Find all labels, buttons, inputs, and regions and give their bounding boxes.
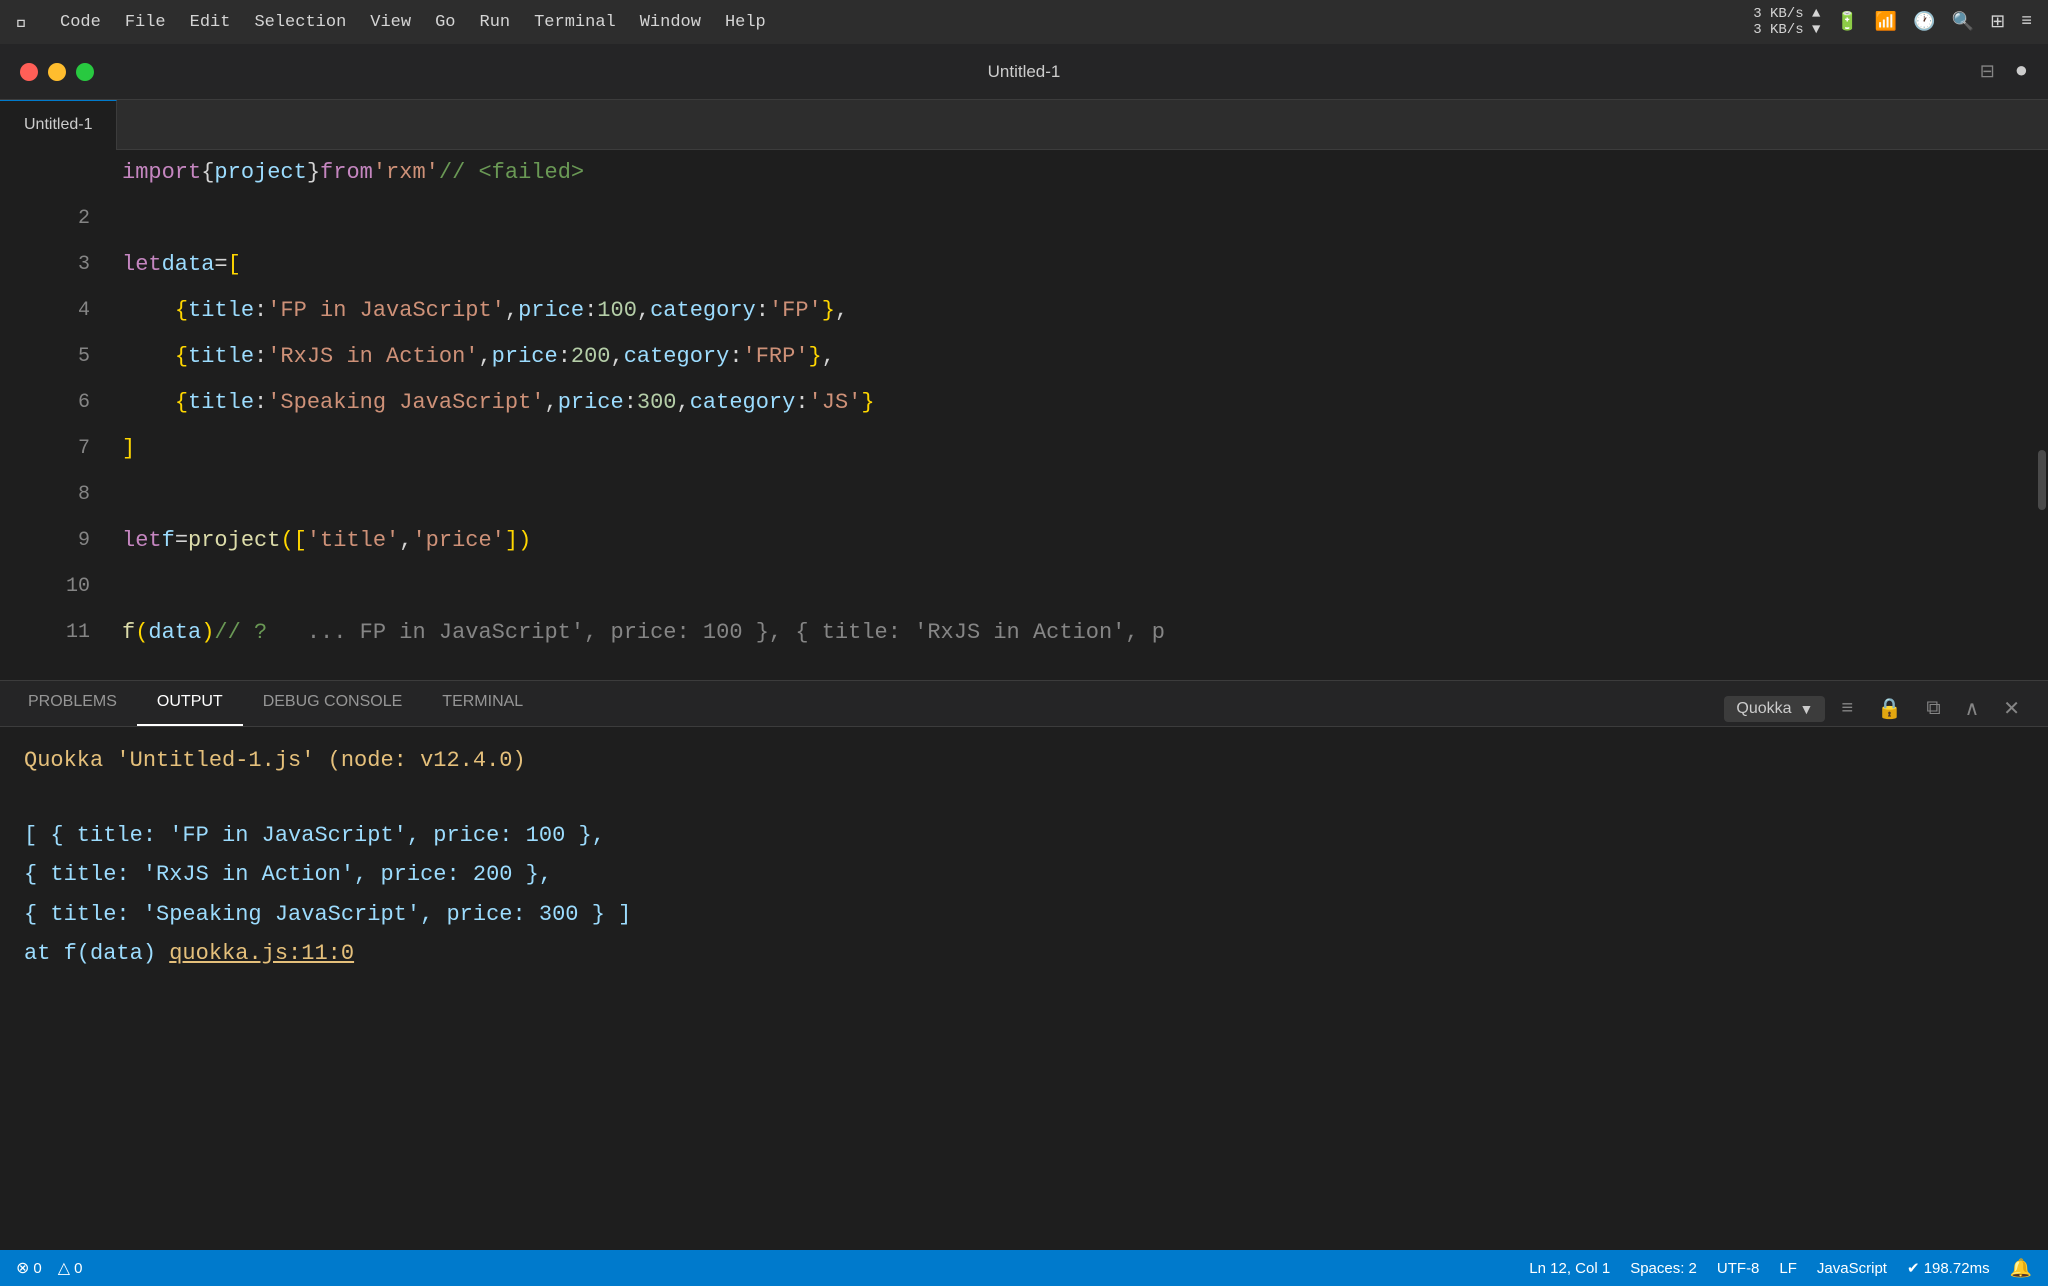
line-ending-text: LF xyxy=(1779,1260,1797,1277)
bandwidth-icon: 3 KB/s ▲3 KB/s ▼ xyxy=(1753,6,1820,38)
statusbar-left: ⊗ 0 △ 0 xyxy=(16,1258,82,1278)
tab-terminal[interactable]: TERMINAL xyxy=(422,680,543,726)
dot-icon[interactable]: ● xyxy=(2015,59,2028,84)
warning-number: 0 xyxy=(74,1260,82,1277)
control-center-icon[interactable]: ⊞ xyxy=(1990,11,2005,33)
line-ending-indicator[interactable]: LF xyxy=(1779,1260,1797,1277)
split-editor-icon[interactable]: ⊟ xyxy=(1980,61,1995,83)
menu-window[interactable]: Window xyxy=(640,13,701,32)
tab-problems[interactable]: PROBLEMS xyxy=(8,680,137,726)
panel-source-dropdown[interactable]: Quokka ▼ xyxy=(1724,696,1825,722)
close-button[interactable] xyxy=(20,63,38,81)
code-line-3: let data = [ xyxy=(122,242,2048,288)
position-text: Ln 12, Col 1 xyxy=(1529,1260,1610,1277)
encoding-indicator[interactable]: UTF-8 xyxy=(1717,1260,1760,1277)
menu-file[interactable]: File xyxy=(125,13,166,32)
minimize-button[interactable] xyxy=(48,63,66,81)
language-text: JavaScript xyxy=(1817,1260,1887,1277)
code-line-5: { title: 'RxJS in Action', price: 200, c… xyxy=(122,334,2048,380)
code-line-11: f(data) // ? ... FP in JavaScript', pric… xyxy=(122,610,2048,656)
spaces-indicator[interactable]: Spaces: 2 xyxy=(1630,1260,1697,1277)
quokka-header: Quokka 'Untitled-1.js' (node: v12.4.0) xyxy=(24,743,2024,778)
panel-output-content: Quokka 'Untitled-1.js' (node: v12.4.0) [… xyxy=(0,727,2048,1250)
code-line-8 xyxy=(122,472,2048,518)
menu-code[interactable]: Code xyxy=(60,13,101,32)
menu-view[interactable]: View xyxy=(370,13,411,32)
line-numbers: 2 3 4 5 6 7 8 9 10 11 xyxy=(30,150,110,680)
code-line-1: import { project } from 'rxm' // <failed… xyxy=(122,150,2048,196)
code-line-4: { title: 'FP in JavaScript', price: 100,… xyxy=(122,288,2048,334)
tab-output-label: OUTPUT xyxy=(157,693,223,711)
menu-edit[interactable]: Edit xyxy=(190,13,231,32)
output-line-1: [ { title: 'FP in JavaScript', price: 10… xyxy=(24,818,2024,853)
tab-debug-label: DEBUG CONSOLE xyxy=(263,693,403,711)
warning-icon: △ xyxy=(58,1258,70,1278)
editor-tab[interactable]: Untitled-1 xyxy=(0,100,117,150)
spaces-text: Spaces: 2 xyxy=(1630,1260,1697,1277)
battery-icon: 🔋 xyxy=(1836,11,1858,33)
at-prefix: at f(data) xyxy=(24,941,169,966)
tab-problems-label: PROBLEMS xyxy=(28,693,117,711)
tab-title: Untitled-1 xyxy=(24,116,92,134)
code-line-9: let f = project(['title', 'price']) xyxy=(122,518,2048,564)
menubar-right: 3 KB/s ▲3 KB/s ▼ 🔋 📶 🕐 🔍 ⊞ ≡ xyxy=(1753,6,2032,38)
tabbar: Untitled-1 xyxy=(0,100,2048,150)
panel-tabbar: PROBLEMS OUTPUT DEBUG CONSOLE TERMINAL Q… xyxy=(0,681,2048,727)
statusbar: ⊗ 0 △ 0 Ln 12, Col 1 Spaces: 2 UTF-8 LF … xyxy=(0,1250,2048,1286)
wifi-icon: 📶 xyxy=(1875,11,1897,33)
dropdown-value: Quokka xyxy=(1736,700,1791,718)
code-line-2 xyxy=(122,196,2048,242)
lock-icon[interactable]: 🔒 xyxy=(1869,692,1910,726)
panel-controls: Quokka ▼ ≡ 🔒 ⧉ ∧ ✕ xyxy=(1724,692,2048,726)
output-line-3: { title: 'Speaking JavaScript', price: 3… xyxy=(24,897,2024,932)
cursor-position[interactable]: Ln 12, Col 1 xyxy=(1529,1260,1610,1277)
collapse-up-icon[interactable]: ∧ xyxy=(1957,692,1988,726)
clear-output-icon[interactable]: ≡ xyxy=(1833,694,1861,725)
error-icon: ⊗ xyxy=(16,1258,29,1278)
editor: 2 3 4 5 6 7 8 9 10 11 import { project }… xyxy=(0,150,2048,680)
encoding-text: UTF-8 xyxy=(1717,1260,1760,1277)
timing-text: ✔ 198.72ms xyxy=(1907,1259,1990,1277)
warning-count[interactable]: △ 0 xyxy=(58,1258,83,1278)
menu-help[interactable]: Help xyxy=(725,13,766,32)
search-icon[interactable]: 🔍 xyxy=(1952,11,1974,33)
code-area[interactable]: import { project } from 'rxm' // <failed… xyxy=(110,150,2048,680)
quokka-link[interactable]: quokka.js:11:0 xyxy=(169,941,354,966)
tab-debug-console[interactable]: DEBUG CONSOLE xyxy=(243,680,423,726)
statusbar-right: Ln 12, Col 1 Spaces: 2 UTF-8 LF JavaScri… xyxy=(1529,1258,2032,1279)
tab-output[interactable]: OUTPUT xyxy=(137,680,243,726)
copy-icon[interactable]: ⧉ xyxy=(1918,693,1948,725)
titlebar: Untitled-1 ⊟ ● xyxy=(0,44,2048,100)
apple-icon:  xyxy=(16,11,28,34)
titlebar-controls: ⊟ ● xyxy=(1980,59,2028,84)
close-panel-icon[interactable]: ✕ xyxy=(1995,692,2028,726)
traffic-lights xyxy=(20,63,94,81)
output-panel: PROBLEMS OUTPUT DEBUG CONSOLE TERMINAL Q… xyxy=(0,680,2048,1250)
output-at-line: at f(data) quokka.js:11:0 xyxy=(24,936,2024,971)
code-line-6: { title: 'Speaking JavaScript', price: 3… xyxy=(122,380,2048,426)
output-line-2: { title: 'RxJS in Action', price: 200 }, xyxy=(24,857,2024,892)
menu-go[interactable]: Go xyxy=(435,13,455,32)
notification-icon[interactable]: 🔔 xyxy=(2010,1258,2032,1279)
maximize-button[interactable] xyxy=(76,63,94,81)
error-count[interactable]: ⊗ 0 xyxy=(16,1258,42,1278)
clock-icon: 🕐 xyxy=(1913,11,1935,33)
breakpoint-column xyxy=(0,150,30,680)
code-line-7: ] xyxy=(122,426,2048,472)
timing-indicator: ✔ 198.72ms xyxy=(1907,1259,1990,1277)
code-line-10 xyxy=(122,564,2048,610)
chevron-down-icon: ▼ xyxy=(1800,701,1814,717)
bell-icon: 🔔 xyxy=(2010,1258,2032,1279)
error-number: 0 xyxy=(33,1260,41,1277)
list-icon[interactable]: ≡ xyxy=(2021,12,2032,32)
language-indicator[interactable]: JavaScript xyxy=(1817,1260,1887,1277)
menu-terminal[interactable]: Terminal xyxy=(534,13,616,32)
menu-selection[interactable]: Selection xyxy=(254,13,346,32)
menu-run[interactable]: Run xyxy=(480,13,511,32)
menubar:  Code File Edit Selection View Go Run T… xyxy=(0,0,2048,44)
tab-terminal-label: TERMINAL xyxy=(442,693,523,711)
window-title: Untitled-1 xyxy=(988,62,1061,82)
